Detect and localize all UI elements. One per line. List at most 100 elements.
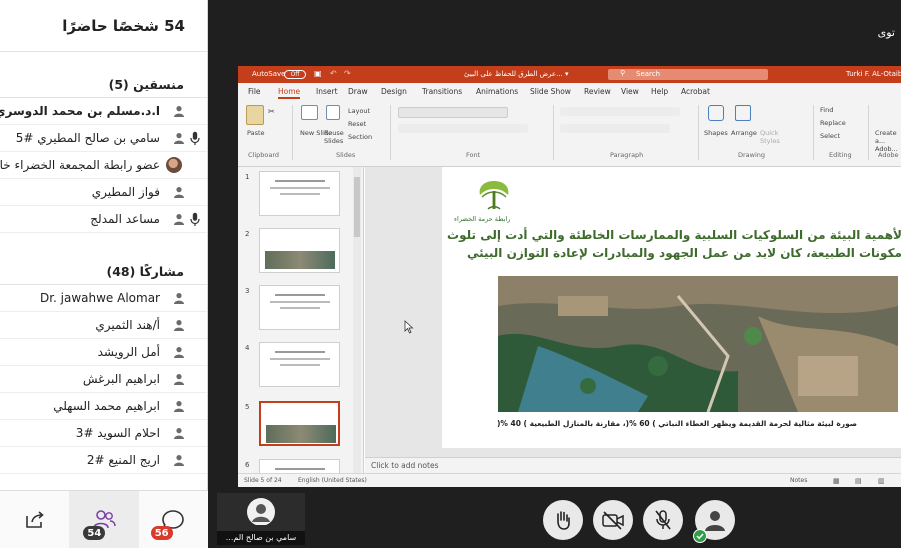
shared-screen-powerpoint[interactable]: AutoSave Off ▣ ↶ ↷ عرض الطرق للحفاظ على … [238,66,901,487]
select-button[interactable]: Select [820,132,840,140]
person-icon [174,187,184,198]
participant-row[interactable]: ابراهيم البرغش [0,366,207,393]
layout-button[interactable]: Layout [348,107,370,115]
camera-toggle-button[interactable] [593,500,633,540]
menu-draw[interactable]: Draw [348,87,368,96]
thumbnail-number: 4 [245,344,250,352]
people-count-badge: 54 [83,526,106,540]
menu-transitions[interactable]: Transitions [422,87,462,96]
menu-review[interactable]: Review [584,87,611,96]
normal-view-icon[interactable]: ▦ [833,477,840,485]
self-video-tile[interactable]: سامي بن صالح الم... [217,493,305,545]
find-button[interactable]: Find [820,106,833,114]
menu-home[interactable]: Home [278,87,301,99]
thumbnail-text [275,180,325,182]
save-icon[interactable]: ▣ [314,69,322,78]
user-name[interactable]: Turki F. AL-Otaibi [846,70,901,78]
search-icon: ⚲ [620,69,626,77]
thumbnail-text [280,364,320,366]
participant-name: أ/هند الثميري [95,318,160,332]
profile-button[interactable] [693,500,735,543]
participant-row[interactable]: اريج المنيع #2 [0,447,207,474]
autosave-toggle[interactable]: Off [284,70,306,79]
thumbnail-number: 5 [245,403,250,411]
reset-button[interactable]: Reset [348,120,366,128]
sorter-view-icon[interactable]: ▤ [855,477,862,485]
shapes-icon[interactable] [708,105,724,121]
notes-pane[interactable]: Click to add notes [365,457,901,473]
participant-row[interactable]: Dr. jawahwe Alomar [0,285,207,312]
cut-icon[interactable]: ✂ [268,107,275,116]
group-slides: Slides [336,151,356,159]
section-button[interactable]: Section [348,133,372,141]
alignment-buttons[interactable] [560,124,670,133]
font-name-select[interactable] [398,107,508,118]
slide-thumbnail[interactable] [259,228,340,273]
slide-thumbnail[interactable] [259,171,340,216]
mic-toggle-button[interactable] [643,500,683,540]
menu-slide-show[interactable]: Slide Show [530,87,571,96]
menu-file[interactable]: File [248,87,261,96]
menu-design[interactable]: Design [381,87,407,96]
menu-animations[interactable]: Animations [476,87,518,96]
participant-name: ا.د.مسلم بن محمد الدوسري [0,104,160,118]
person-icon [174,347,184,358]
chat-tab[interactable]: 56 [139,491,208,548]
participant-name: ابراهيم محمد السهلي [53,399,160,413]
ppt-statusbar: Slide 5 of 24 English (United States) No… [238,473,901,487]
slide-thumbnail[interactable] [259,285,340,330]
person-icon [174,106,184,117]
participant-row[interactable]: أمل الرويشد [0,339,207,366]
coordinators-header[interactable]: منسقين (5) [0,72,207,98]
coordinator-row[interactable]: مساعد المدلج [0,206,207,233]
participants-header[interactable]: مشاركًا (48) [0,259,207,285]
share-icon [25,510,44,528]
chat-unread-badge: 56 [150,526,173,540]
thumbnails-scrollbar[interactable] [353,167,361,473]
replace-button[interactable]: Replace [820,119,846,127]
redo-icon[interactable]: ↷ [344,69,351,78]
person-icon [174,374,184,385]
coordinator-row[interactable]: سامي بن صالح المطيري #5 [0,125,207,152]
coordinator-row[interactable]: فواز المطيري [0,179,207,206]
create-adobe-button[interactable]: Create a... Adob... [875,129,899,153]
menu-help[interactable]: Help [651,87,668,96]
participant-name: ابراهيم البرغش [82,372,160,386]
notes-toggle[interactable]: Notes [790,477,807,484]
participant-row[interactable]: أ/هند الثميري [0,312,207,339]
paste-label: Paste [247,129,265,137]
people-tab[interactable]: 54 [69,491,139,548]
scrollbar-thumb[interactable] [354,177,360,237]
share-tab[interactable] [0,491,69,548]
autosave-label: AutoSave [252,70,286,78]
reuse-slides-icon[interactable] [326,105,340,120]
undo-icon[interactable]: ↶ [330,69,337,78]
slide-thumbnail[interactable] [259,401,340,446]
participant-row[interactable]: احلام السويد #3 [0,420,207,447]
font-format-buttons[interactable] [398,124,528,133]
person-icon [174,320,184,331]
participants-panel: 54 شخصًا حاضرًا منسقين (5) ا.د.مسلم بن م… [0,0,208,548]
arrange-icon[interactable] [735,105,751,121]
paragraph-buttons[interactable] [560,107,680,116]
coordinator-row[interactable]: عضو رابطة المجمعة الخضراء خالد [0,152,207,179]
paste-icon[interactable] [246,105,264,125]
menu-view[interactable]: View [621,87,639,96]
menu-insert[interactable]: Insert [316,87,338,96]
ppt-search-box[interactable] [608,69,768,80]
quick-styles-label[interactable]: Quick Styles [760,129,784,145]
person-icon [174,214,184,225]
slide-thumbnail[interactable] [259,342,340,387]
new-slide-icon[interactable] [301,105,318,120]
raise-hand-icon [557,511,570,530]
raise-hand-button[interactable] [543,500,583,540]
participant-name: فواز المطيري [91,185,160,199]
coordinator-row[interactable]: ا.د.مسلم بن محمد الدوسري [0,98,207,125]
menu-acrobat[interactable]: Acrobat [681,87,710,96]
person-icon [174,401,184,412]
reading-view-icon[interactable]: ▥ [878,477,885,485]
participant-row[interactable]: ابراهيم محمد السهلي [0,393,207,420]
current-slide[interactable]: رابطة حرمة الخضراء لأهمية البيئة من السل… [442,167,901,448]
language-indicator[interactable]: English (United States) [298,477,367,484]
thumbnail-number: 3 [245,287,250,295]
